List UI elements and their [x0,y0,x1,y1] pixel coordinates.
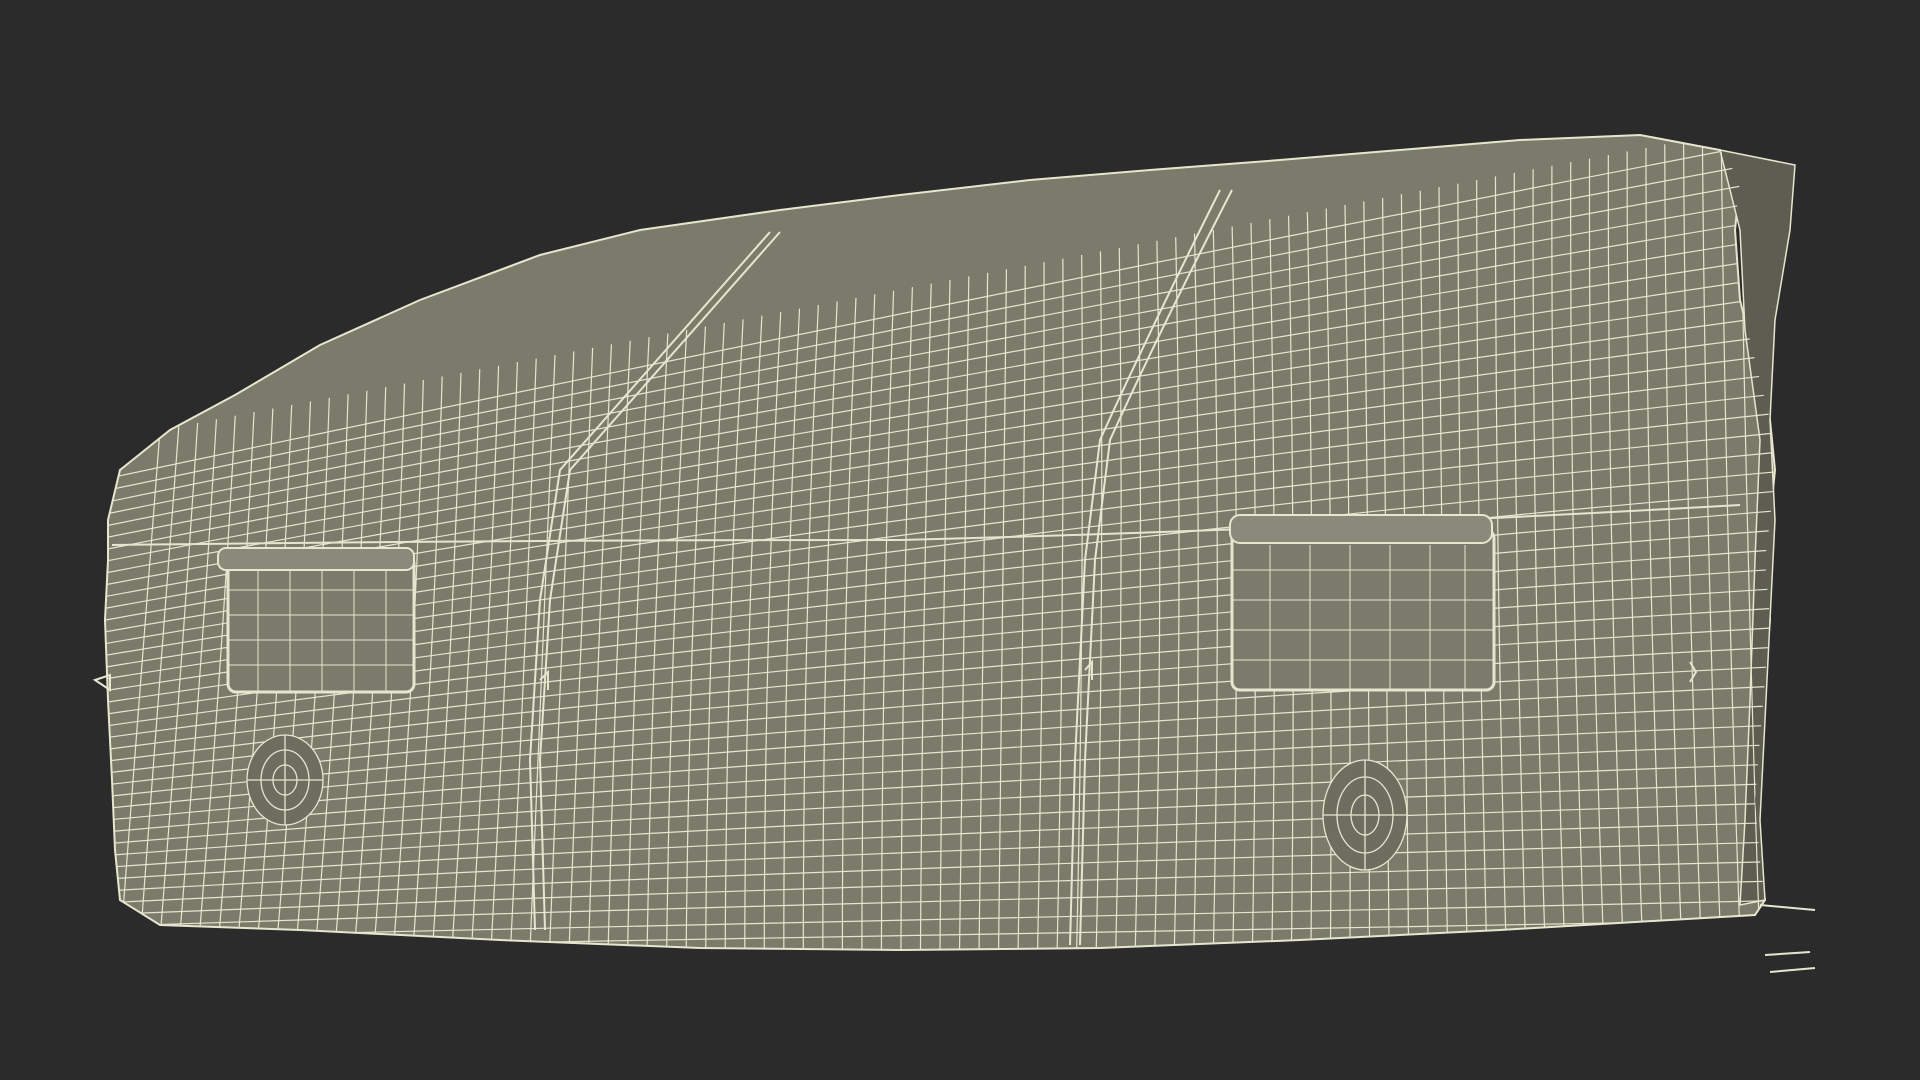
window-right [1229,514,1496,692]
vent-left [246,734,324,826]
window-left [217,547,416,694]
tent-wireframe-model [92,133,1816,973]
viewport [0,0,1920,1080]
vent-right [1322,759,1408,871]
